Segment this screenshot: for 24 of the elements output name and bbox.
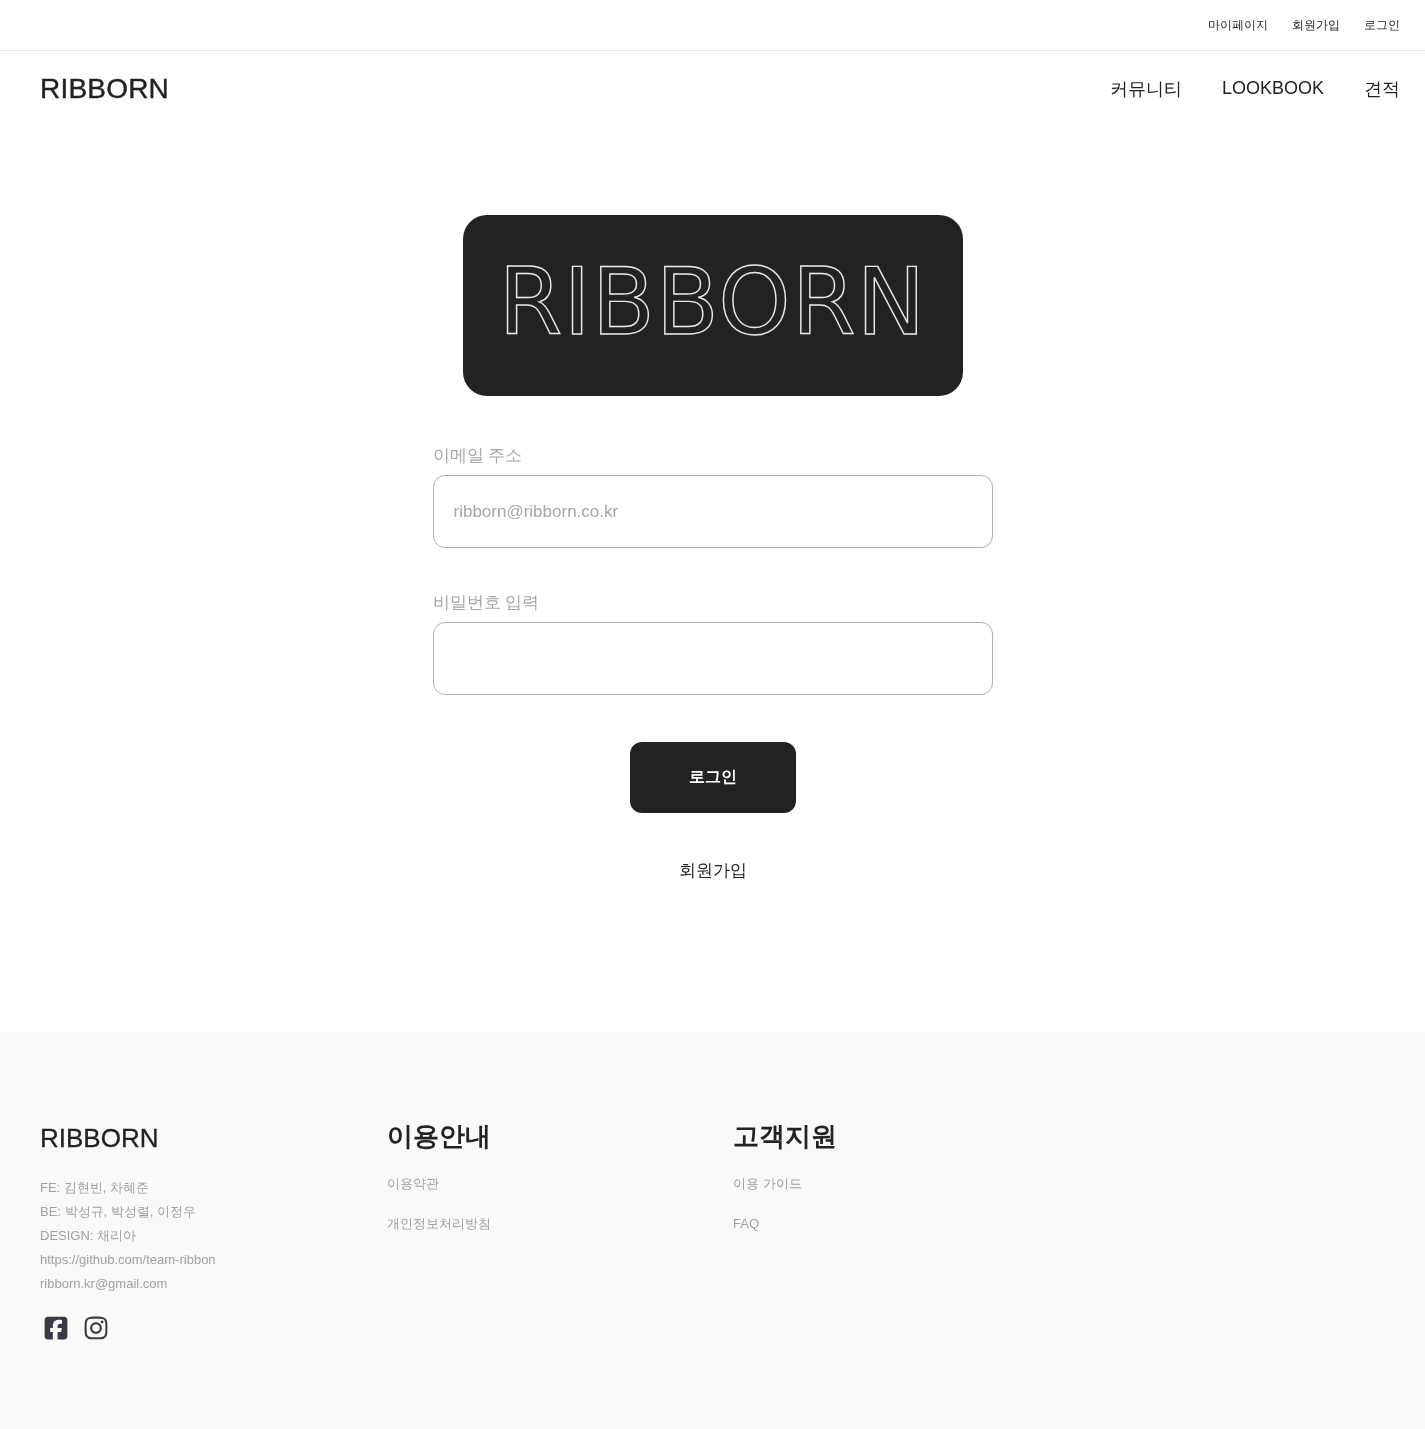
facebook-icon[interactable] — [43, 1315, 69, 1341]
login-button[interactable]: 로그인 — [629, 742, 796, 813]
top-bar-link[interactable]: 마이페이지 — [1208, 16, 1268, 34]
nav-link[interactable]: 견적 — [1364, 76, 1400, 101]
top-bar-link[interactable]: 로그인 — [1364, 16, 1400, 34]
footer-heading: 이용안내 — [387, 1120, 491, 1153]
site-logo[interactable]: RIBBORN — [40, 72, 169, 105]
footer-info-text: https://github.com/team-ribbon — [40, 1251, 216, 1269]
footer-info-text: DESIGN: 채리아 — [40, 1227, 137, 1245]
field-label: 비밀번호 입력 — [432, 592, 541, 614]
outline-logo-text: RIBBORN — [498, 256, 927, 349]
field-label: 이메일 주소 — [432, 445, 524, 467]
instagram-icon[interactable] — [83, 1315, 109, 1341]
footer-info-text: FE: 김현빈, 차혜준 — [40, 1179, 150, 1197]
footer-heading: 고객지원 — [733, 1120, 837, 1153]
signup-link[interactable]: 회원가입 — [678, 860, 747, 882]
footer-logo: RIBBORN — [40, 1122, 159, 1155]
input-field[interactable] — [432, 622, 993, 695]
footer-info-text: BE: 박성규, 박성렬, 이정우 — [40, 1203, 196, 1221]
nav-link[interactable]: 커뮤니티 — [1109, 76, 1182, 101]
top-bar-link[interactable]: 회원가입 — [1292, 16, 1340, 34]
footer-info-text: ribborn.kr@gmail.com — [40, 1275, 168, 1293]
input-field[interactable]: ribborn@ribborn.co.kr — [432, 475, 993, 548]
nav-link[interactable]: LOOKBOOK — [1221, 78, 1324, 99]
